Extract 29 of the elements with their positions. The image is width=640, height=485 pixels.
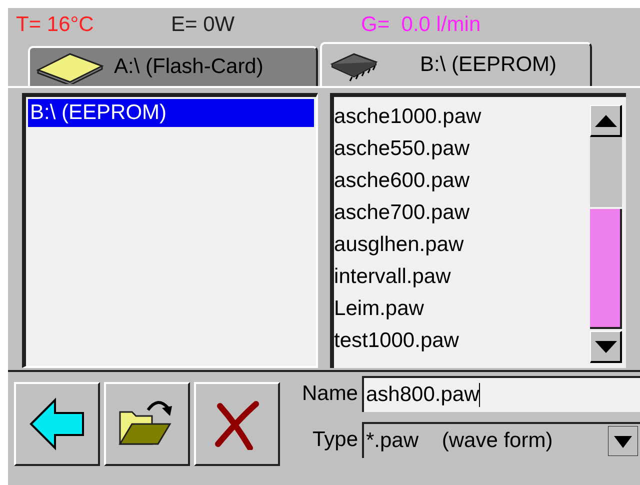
file-item[interactable]: ausglhen.paw — [334, 229, 464, 261]
scroll-up-button[interactable] — [590, 105, 622, 137]
file-item[interactable]: asche600.paw — [334, 165, 470, 197]
file-item[interactable]: test1000.paw — [334, 325, 459, 357]
scroll-down-button[interactable] — [590, 331, 622, 363]
open-button[interactable] — [104, 382, 190, 466]
name-field[interactable]: ash800.paw — [362, 376, 640, 412]
status-reading: E= 0W — [171, 12, 236, 38]
file-item[interactable]: Leim.paw — [334, 293, 424, 325]
delete-button[interactable] — [194, 382, 280, 466]
file-item[interactable]: intervall.paw — [334, 261, 451, 293]
type-dropdown[interactable]: *.paw (wave form) — [362, 422, 640, 458]
name-label: Name — [300, 381, 358, 408]
status-reading: G= 0.0 l/min — [361, 12, 482, 38]
drive-item[interactable]: B:\ (EEPROM) — [28, 99, 314, 127]
dropdown-arrow-icon — [608, 426, 638, 456]
left-arrow-icon — [29, 397, 85, 451]
down-arrow-icon — [594, 340, 616, 352]
back-button[interactable] — [14, 382, 100, 466]
status-reading: T= 16°C — [16, 12, 95, 38]
file-item[interactable]: asche700.paw — [334, 197, 470, 229]
up-arrow-icon — [594, 114, 616, 126]
file-item[interactable]: asche550.paw — [334, 133, 470, 165]
type-label: Type — [311, 427, 358, 454]
drive-tab[interactable]: B:\ (EEPROM) — [320, 42, 592, 86]
file-item[interactable]: asche1000.paw — [334, 101, 482, 133]
delete-icon — [214, 398, 260, 450]
scroll-thumb[interactable] — [590, 209, 622, 329]
drive-tab[interactable]: A:\ (Flash-Card) — [28, 46, 318, 86]
